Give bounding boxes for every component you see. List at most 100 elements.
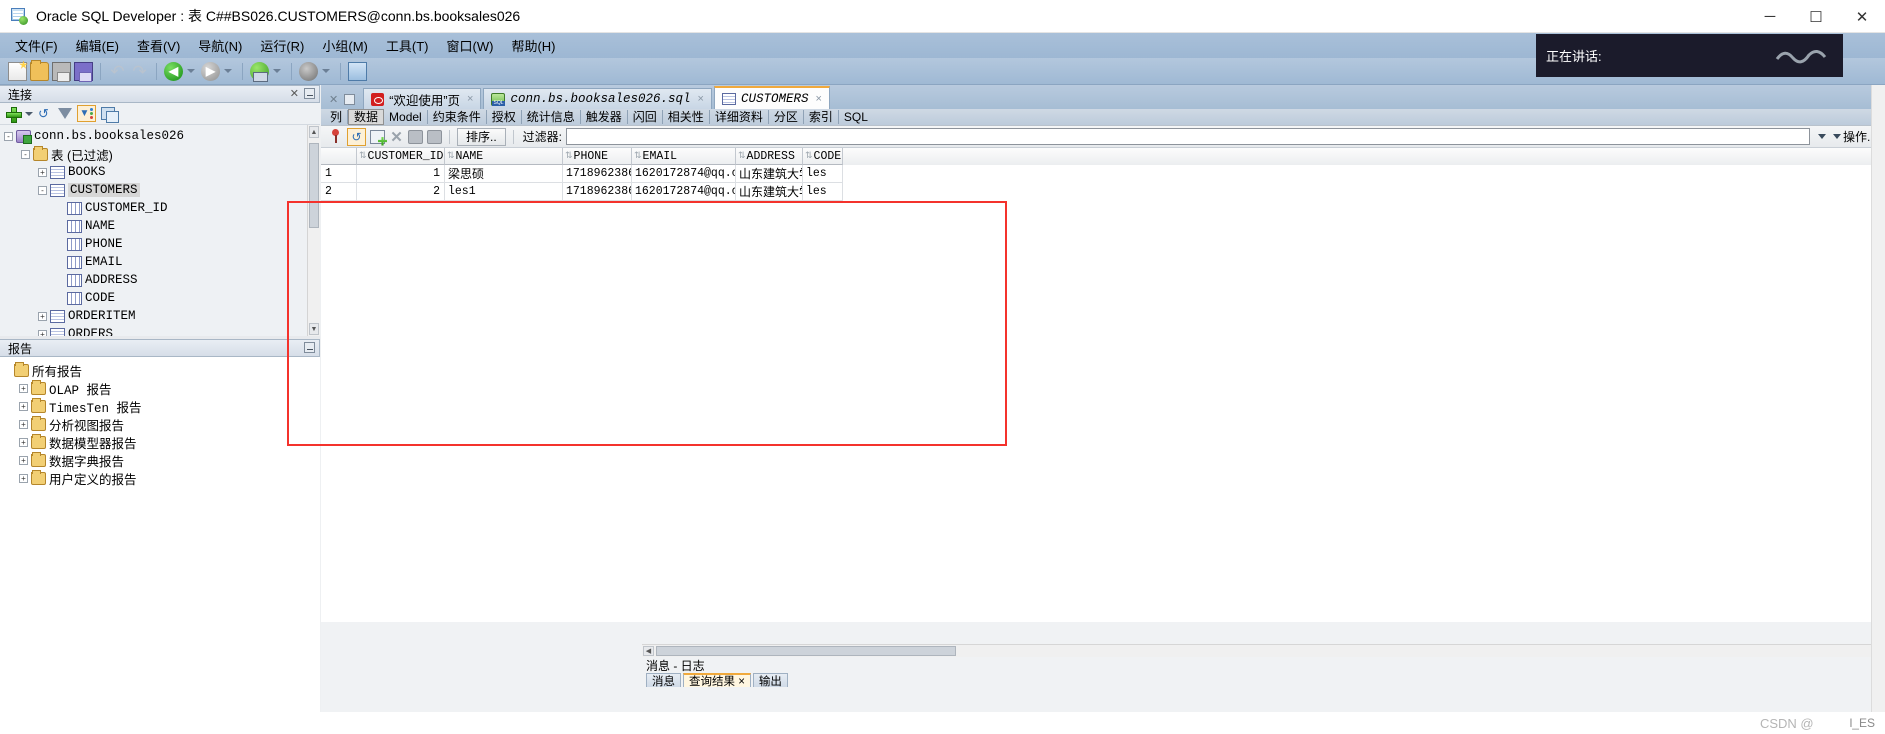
tree-item-[interactable]: + 数据字典报告 [0, 451, 320, 469]
connections-tree[interactable]: ▲ ▼ - conn.bs.booksales026- 表 (已过滤) + BOOKS -… [0, 125, 320, 336]
sort-icon[interactable]: ▼ [77, 105, 96, 122]
sort-indicator-icon[interactable]: ⇅ [359, 151, 366, 161]
subtab-[interactable]: 索引 [804, 110, 839, 124]
editor-vertical-scrollbar[interactable] [1871, 85, 1885, 712]
sort-indicator-icon[interactable]: ⇅ [634, 151, 641, 161]
expand-icon[interactable]: + [19, 383, 28, 393]
menu-run[interactable]: 运行(R) [251, 34, 313, 57]
collapse-icon[interactable]: - [21, 149, 30, 159]
copy-icon[interactable] [101, 107, 119, 123]
collapse-icon[interactable]: - [38, 185, 47, 195]
column-header-name[interactable]: ⇅ NAME [445, 148, 563, 165]
scroll-left-icon[interactable]: ◀ [643, 646, 654, 656]
cell-phone[interactable]: 1718962386 [563, 165, 632, 183]
cell-email[interactable]: 1620172874@qq.com [632, 165, 736, 183]
add-connection-icon[interactable] [6, 106, 22, 123]
tree-item-conn-bs-booksales026[interactable]: - conn.bs.booksales026 [0, 127, 320, 145]
reports-tree[interactable]: 所有报告 + OLAP 报告 + TimesTen 报告 + 分析视图报告 + 数据模型器报告 +… [0, 357, 320, 727]
connection-dropdown-icon[interactable] [273, 69, 281, 73]
close-tab-icon[interactable]: × [698, 93, 704, 105]
menu-window[interactable]: 窗口(W) [438, 34, 503, 57]
cell-customer_id[interactable]: 2 [357, 183, 445, 201]
expand-icon[interactable]: + [38, 311, 47, 321]
expand-icon[interactable]: + [19, 437, 28, 447]
expand-icon[interactable]: + [38, 329, 47, 336]
menu-edit[interactable]: 编辑(E) [67, 34, 128, 57]
forward-dropdown-icon[interactable] [224, 69, 232, 73]
subtab-[interactable]: 列 [325, 110, 349, 124]
tree-item-[interactable]: + 分析视图报告 [0, 415, 320, 433]
tree-item-address[interactable]: ADDRESS [0, 271, 320, 289]
subtab-model[interactable]: Model [384, 110, 428, 124]
minimize-panel-icon[interactable] [304, 88, 315, 99]
expand-icon[interactable]: + [19, 473, 28, 483]
maximize-button[interactable]: ☐ [1793, 0, 1839, 33]
subtab-[interactable]: 闪回 [628, 110, 663, 124]
message-tab-1[interactable]: 查询结果 × [683, 673, 751, 688]
rollback-icon[interactable] [427, 129, 442, 144]
tree-item-customer_id[interactable]: CUSTOMER_ID [0, 199, 320, 217]
sort-button[interactable]: 排序.. [457, 127, 506, 146]
subtab-[interactable]: 授权 [487, 110, 522, 124]
data-grid-body[interactable]: 11梁思硕17189623861620172874@qq.com山东建筑大学le… [321, 165, 1885, 201]
expand-icon[interactable]: + [38, 167, 47, 177]
menu-team[interactable]: 小组(M) [313, 34, 377, 57]
delete-row-icon[interactable]: ✕ [389, 128, 404, 146]
cell-customer_id[interactable]: 1 [357, 165, 445, 183]
tree-item-code[interactable]: CODE [0, 289, 320, 307]
message-tab-0[interactable]: 消息 [646, 673, 681, 688]
menu-tools[interactable]: 工具(T) [377, 34, 438, 57]
tree-item-phone[interactable]: PHONE [0, 235, 320, 253]
data-grid[interactable]: ⇅ CUSTOMER_ID ⇅ NAME ⇅ PHONE ⇅ EMAIL ⇅ ADDRESS ⇅ CO… [321, 148, 1885, 201]
commit-icon[interactable] [408, 129, 423, 144]
column-header-address[interactable]: ⇅ ADDRESS [736, 148, 803, 165]
insert-row-icon[interactable] [370, 129, 385, 144]
sort-indicator-icon[interactable]: ⇅ [805, 151, 812, 161]
filter-dropdown-icon[interactable] [1816, 128, 1829, 145]
pin-icon[interactable] [328, 129, 343, 144]
tree-item-name[interactable]: NAME [0, 217, 320, 235]
refresh-icon[interactable]: ↺ [347, 127, 366, 146]
redo-icon[interactable]: ↷ [130, 62, 149, 81]
editor-tab-[interactable]: “欢迎使用”页 × [363, 88, 482, 109]
cell-name[interactable]: les1 [445, 183, 563, 201]
table-row[interactable]: 11梁思硕17189623861620172874@qq.com山东建筑大学le… [321, 165, 1885, 183]
cell-address[interactable]: 山东建筑大学 [736, 165, 803, 183]
new-file-icon[interactable] [8, 61, 27, 81]
undo-icon[interactable]: ↶ [108, 62, 127, 81]
tree-item-timesten[interactable]: + TimesTen 报告 [0, 397, 320, 416]
tree-item-orderitem[interactable]: + ORDERITEM [0, 307, 320, 325]
expand-icon[interactable]: + [19, 419, 28, 429]
tree-item-[interactable]: + 数据模型器报告 [0, 433, 320, 451]
minimize-panel-icon[interactable] [304, 342, 315, 353]
cell-name[interactable]: 梁思硕 [445, 165, 563, 183]
subtab-[interactable]: 数据 [348, 109, 385, 125]
sort-indicator-icon[interactable]: ⇅ [565, 151, 572, 161]
column-header-email[interactable]: ⇅ EMAIL [632, 148, 736, 165]
tree-item-[interactable]: 所有报告 [0, 361, 320, 379]
refresh-icon[interactable]: ↺ [38, 107, 53, 121]
new-connection-icon[interactable] [250, 61, 269, 82]
tree-item-customers[interactable]: - CUSTOMERS [0, 181, 320, 199]
expand-icon[interactable]: + [19, 401, 28, 411]
back-dropdown-icon[interactable] [187, 69, 195, 73]
row-number[interactable]: 1 [321, 165, 357, 183]
cell-address[interactable]: 山东建筑大学 [736, 183, 803, 201]
horizontal-scrollbar[interactable]: ◀ ▶ [642, 644, 1885, 657]
column-header-code[interactable]: ⇅ CODE [803, 148, 843, 165]
expand-icon[interactable]: + [19, 455, 28, 465]
close-button[interactable]: ✕ [1839, 0, 1885, 33]
settings-gear-icon[interactable] [299, 61, 318, 81]
minimize-button[interactable]: ─ [1747, 0, 1793, 33]
minimize-panel-icon[interactable] [344, 94, 356, 105]
sort-indicator-icon[interactable]: ⇅ [447, 151, 454, 161]
subtab-[interactable]: 相关性 [663, 110, 710, 124]
tree-item-[interactable]: + 用户定义的报告 [0, 469, 320, 487]
subtab-[interactable]: 详细资料 [710, 110, 769, 124]
cell-code[interactable]: les [803, 165, 843, 183]
subtab-[interactable]: 约束条件 [428, 110, 487, 124]
cell-phone[interactable]: 1718962386 [563, 183, 632, 201]
menu-view[interactable]: 查看(V) [128, 34, 189, 57]
column-header-customer_id[interactable]: ⇅ CUSTOMER_ID [357, 148, 445, 165]
settings-dropdown-icon[interactable] [322, 69, 330, 73]
